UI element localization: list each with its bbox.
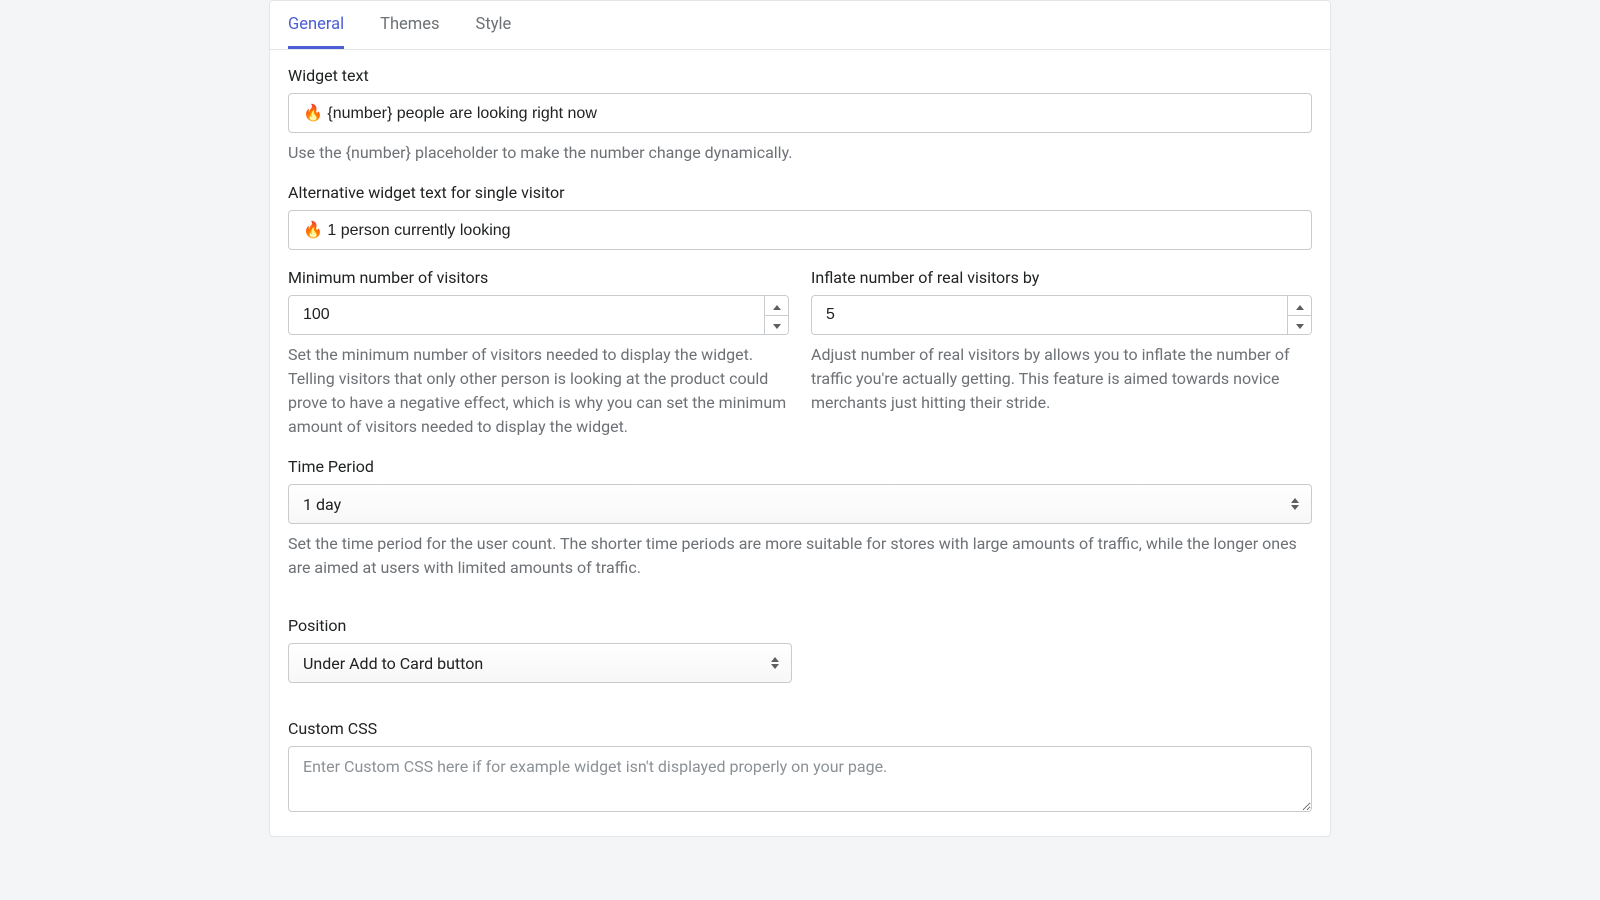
min-visitors-label: Minimum number of visitors (288, 268, 789, 287)
select-caret-icon (1291, 498, 1299, 510)
alt-text-label: Alternative widget text for single visit… (288, 183, 1312, 202)
position-select[interactable]: Under Add to Card button (288, 643, 792, 683)
widget-text-input[interactable] (288, 93, 1312, 133)
position-value: Under Add to Card button (303, 654, 483, 673)
inflate-down-button[interactable] (1288, 316, 1311, 335)
chevron-up-icon (1296, 298, 1304, 313)
min-visitors-stepper (288, 295, 789, 335)
field-time-period: Time Period 1 day Set the time period fo… (288, 457, 1312, 580)
settings-card: General Themes Style Widget text Use the… (269, 0, 1331, 837)
select-caret-icon (771, 657, 779, 669)
field-min-visitors: Minimum number of visitors (288, 268, 789, 439)
inflate-label: Inflate number of real visitors by (811, 268, 1312, 287)
inflate-up-button[interactable] (1288, 296, 1311, 316)
tab-style[interactable]: Style (476, 1, 512, 49)
field-custom-css: Custom CSS (288, 719, 1312, 816)
inflate-input[interactable] (812, 296, 1287, 334)
chevron-down-icon (1296, 317, 1304, 332)
tabs: General Themes Style (270, 1, 1330, 50)
inflate-stepper (811, 295, 1312, 335)
min-visitors-up-button[interactable] (765, 296, 788, 316)
chevron-up-icon (773, 298, 781, 313)
inflate-help: Adjust number of real visitors by allows… (811, 343, 1312, 415)
time-period-select[interactable]: 1 day (288, 484, 1312, 524)
min-visitors-spinners (764, 296, 788, 334)
min-visitors-down-button[interactable] (765, 316, 788, 335)
custom-css-textarea[interactable] (288, 746, 1312, 812)
position-label: Position (288, 616, 1312, 635)
field-inflate: Inflate number of real visitors by (811, 268, 1312, 439)
widget-text-help: Use the {number} placeholder to make the… (288, 141, 1312, 165)
tab-general[interactable]: General (288, 1, 344, 49)
tab-themes[interactable]: Themes (380, 1, 439, 49)
field-alt-text: Alternative widget text for single visit… (288, 183, 1312, 250)
row-min-inflate: Minimum number of visitors (288, 268, 1312, 439)
field-position: Position Under Add to Card button (288, 616, 1312, 683)
alt-text-input[interactable] (288, 210, 1312, 250)
widget-text-label: Widget text (288, 66, 1312, 85)
custom-css-label: Custom CSS (288, 719, 1312, 738)
time-period-label: Time Period (288, 457, 1312, 476)
time-period-help: Set the time period for the user count. … (288, 532, 1312, 580)
min-visitors-help: Set the minimum number of visitors neede… (288, 343, 789, 439)
time-period-value: 1 day (303, 495, 341, 514)
min-visitors-input[interactable] (289, 296, 764, 334)
inflate-spinners (1287, 296, 1311, 334)
chevron-down-icon (773, 317, 781, 332)
field-widget-text: Widget text Use the {number} placeholder… (288, 66, 1312, 165)
